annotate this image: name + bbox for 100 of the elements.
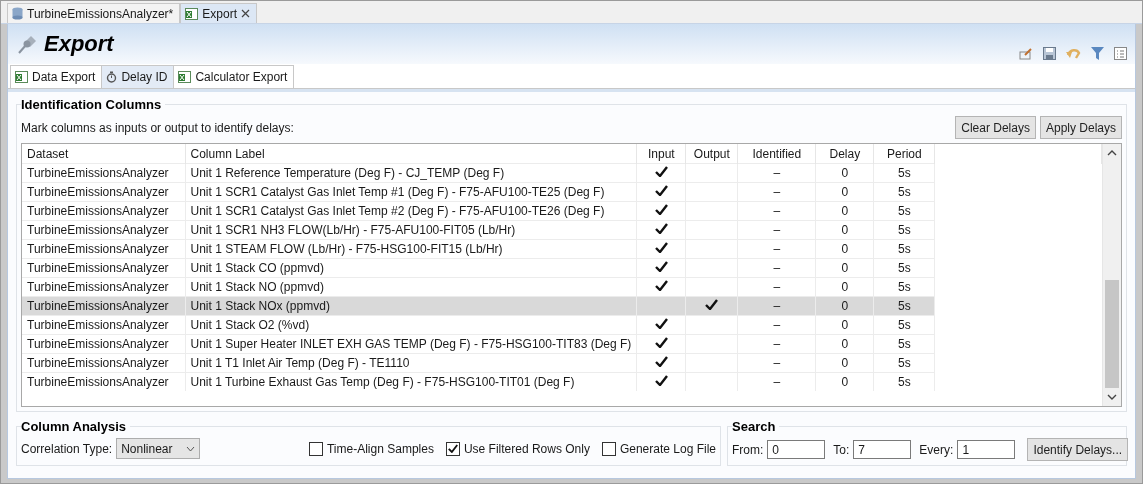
table-cell: – — [737, 239, 816, 259]
spreadsheet-icon — [15, 71, 28, 83]
table-cell: – — [737, 353, 816, 373]
database-icon — [12, 7, 23, 20]
table-cell: 0 — [815, 315, 874, 335]
input-field[interactable]: 1 — [957, 440, 1016, 459]
table-cell: 0 — [815, 258, 874, 278]
table-cell: – — [737, 220, 816, 240]
input-field[interactable]: 7 — [853, 440, 912, 459]
column-header[interactable]: Delay — [815, 144, 874, 164]
list-icon[interactable] — [1114, 47, 1127, 60]
table-cell: 0 — [815, 182, 874, 202]
table-cell: Unit 1 Super Heater INLET EXH GAS TEMP (Deg F) - F75-HSG100-TIT83 (Deg F) — [185, 334, 637, 354]
stopwatch-icon — [106, 71, 118, 83]
section-title: Column Analysis — [21, 419, 130, 434]
table-cell: TurbineEmissionsAnalyzer — [22, 334, 185, 354]
table-cell: – — [737, 372, 816, 391]
view-tab[interactable]: Delay ID — [101, 65, 175, 88]
table-cell: Unit 1 SCR1 Catalyst Gas Inlet Temp #1 (Deg F) - F75-AFU100-TE25 (Deg F) — [185, 182, 637, 202]
table-cell: TurbineEmissionsAnalyzer — [22, 315, 185, 335]
action-button[interactable]: Apply Delays — [1039, 116, 1122, 139]
field-label: Every: — [919, 442, 954, 457]
table-cell: 0 — [815, 220, 874, 240]
action-button[interactable]: Clear Delays — [955, 116, 1036, 139]
table-cell: Unit 1 SCR1 Catalyst Gas Inlet Temp #2 (Deg F) - F75-AFU100-TE26 (Deg F) — [185, 201, 637, 221]
checkbox[interactable] — [445, 441, 460, 456]
table-cell: – — [737, 182, 816, 202]
filter-icon[interactable] — [1091, 47, 1104, 60]
instructions-text: Mark columns as inputs or output to identify delays: — [21, 120, 294, 135]
table-cell: 0 — [815, 372, 874, 391]
checkbox[interactable] — [308, 441, 323, 456]
table-cell: 0 — [815, 353, 874, 373]
table-cell: 0 — [815, 296, 874, 316]
table-cell: 5s — [873, 239, 935, 259]
table-cell: TurbineEmissionsAnalyzer — [22, 353, 185, 373]
table-cell: 5s — [873, 296, 935, 316]
table-cell: 0 — [815, 201, 874, 221]
column-header[interactable]: Identified — [737, 144, 816, 164]
table-cell: 0 — [815, 334, 874, 354]
checkbox-label: Use Filtered Rows Only — [463, 441, 590, 456]
edit-icon[interactable] — [1019, 47, 1033, 60]
table-cell: Unit 1 Reference Temperature (Deg F) - CJ_TEMP (Deg F) — [185, 163, 637, 183]
table-cell: 5s — [873, 258, 935, 278]
page-title: Export — [44, 31, 114, 57]
table-cell: – — [737, 258, 816, 278]
table-cell: TurbineEmissionsAnalyzer — [22, 258, 185, 278]
table-cell: Unit 1 Stack NOx (ppmvd) — [185, 296, 637, 316]
table-cell: – — [737, 163, 816, 183]
table-cell: Unit 1 Turbine Exhaust Gas Temp (Deg F) - F75-HSG100-TIT01 (Deg F) — [185, 372, 637, 391]
table-cell: 5s — [873, 201, 935, 221]
table-cell: 5s — [873, 334, 935, 354]
table-cell: 5s — [873, 163, 935, 183]
checkbox[interactable] — [601, 441, 616, 456]
table-cell: Unit 1 T1 Inlet Air Temp (Deg F) - TE1110 — [185, 353, 637, 373]
table-cell: TurbineEmissionsAnalyzer — [22, 201, 185, 221]
table-cell: TurbineEmissionsAnalyzer — [22, 372, 185, 391]
section-title: Search — [732, 419, 780, 434]
table-cell: 5s — [873, 220, 935, 240]
checkmark-icon — [447, 444, 458, 453]
chevron-down-icon — [186, 445, 196, 452]
field-label: Correlation Type: — [21, 441, 113, 456]
spreadsheet-icon — [178, 71, 192, 83]
editor-tab[interactable]: Export — [180, 3, 257, 23]
save-icon[interactable] — [1043, 47, 1056, 60]
table-cell: TurbineEmissionsAnalyzer — [22, 239, 185, 259]
field-label: To: — [833, 442, 850, 457]
identify-button[interactable]: Identify Delays... — [1027, 438, 1129, 461]
editor-tab[interactable]: TurbineEmissionsAnalyzer* — [7, 3, 181, 23]
close-icon[interactable] — [240, 9, 250, 18]
column-header[interactable]: Dataset — [22, 144, 185, 164]
view-tab[interactable]: Calculator Export — [173, 65, 295, 88]
checkbox-label: Time-Align Samples — [326, 441, 434, 456]
table-cell: – — [737, 201, 816, 221]
table-cell: 5s — [873, 315, 935, 335]
column-header[interactable]: Period — [873, 144, 935, 164]
table-cell: 0 — [815, 239, 874, 259]
table-cell: – — [737, 315, 816, 335]
view-tab[interactable]: Data Export — [10, 65, 103, 88]
table-cell: TurbineEmissionsAnalyzer — [22, 182, 185, 202]
scrollbar[interactable] — [1102, 144, 1121, 406]
field-label: From: — [732, 442, 764, 457]
section-title: Identification Columns — [21, 97, 166, 112]
table-cell: Unit 1 Stack CO (ppmvd) — [185, 258, 637, 278]
checkbox-label: Generate Log File — [619, 441, 716, 456]
table-cell: 5s — [873, 182, 935, 202]
table-cell: – — [737, 296, 816, 316]
spreadsheet-icon — [185, 7, 199, 20]
table-cell: TurbineEmissionsAnalyzer — [22, 163, 185, 183]
column-header[interactable]: Output — [685, 144, 738, 164]
table-cell: 0 — [815, 163, 874, 183]
table-cell: 5s — [873, 372, 935, 391]
table-cell: TurbineEmissionsAnalyzer — [22, 220, 185, 240]
table-cell: Unit 1 Stack O2 (%vd) — [185, 315, 637, 335]
table-cell: TurbineEmissionsAnalyzer — [22, 296, 185, 316]
input-field[interactable]: 0 — [767, 440, 826, 459]
table-cell: Unit 1 STEAM FLOW (Lb/Hr) - F75-HSG100-FIT15 (Lb/Hr) — [185, 239, 637, 259]
correlation-dropdown[interactable]: Nonlinear — [116, 438, 201, 459]
column-header[interactable]: Column Label — [185, 144, 637, 164]
column-header[interactable]: Input — [636, 144, 686, 164]
table-cell: Unit 1 SCR1 NH3 FLOW(Lb/Hr) - F75-AFU100-FIT05 (Lb/Hr) — [185, 220, 637, 240]
